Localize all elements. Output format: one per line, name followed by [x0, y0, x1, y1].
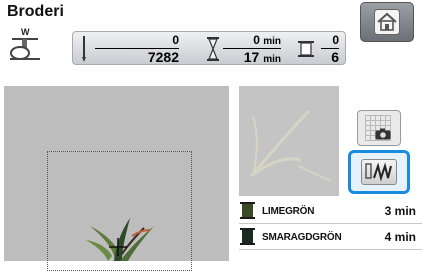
thread-spool-icon: [298, 41, 314, 57]
color-done: 0: [321, 32, 339, 49]
thread-name: LIMEGRÖN: [262, 206, 315, 217]
sewing-info-bar: 0 7282 0 min 17 min 0 6: [72, 31, 346, 65]
time-counter: 0 min 17 min: [223, 32, 281, 68]
pattern-preview-image: [249, 109, 332, 182]
home-button[interactable]: [360, 2, 414, 42]
thread-spool-icon: [240, 228, 255, 245]
color-total: 6: [331, 49, 339, 65]
time-total: 17: [243, 49, 260, 65]
presser-foot-w-icon: W: [10, 27, 40, 60]
embroidery-edit-area[interactable]: [4, 86, 229, 271]
thread-time: 4 min: [384, 230, 416, 244]
time-unit-top: min: [263, 36, 281, 47]
home-icon: [374, 9, 400, 35]
time-unit-bottom: min: [263, 54, 281, 65]
grid-camera-button[interactable]: [357, 110, 401, 146]
time-done: 0: [253, 33, 260, 47]
hourglass-icon: [207, 37, 219, 61]
needle-icon: [82, 36, 86, 62]
thread-time: 3 min: [384, 204, 416, 218]
stitch-total: 7282: [147, 49, 179, 65]
thread-row[interactable]: SMARAGDGRÖN 4 min: [239, 224, 422, 250]
thread-spool-icon: [240, 202, 255, 219]
pattern-preview: [239, 86, 339, 196]
svg-text:W: W: [21, 27, 30, 37]
color-counter: 0 6: [321, 32, 339, 65]
stitch-done: 0: [95, 32, 179, 49]
thread-color-list: LIMEGRÖN 3 min SMARAGDGRÖN 4 min: [239, 198, 422, 250]
embroidery-pattern-image: [86, 218, 154, 261]
stitch-simulator-icon: [361, 159, 397, 185]
thread-row[interactable]: LIMEGRÖN 3 min: [239, 198, 422, 224]
screen-title: Broderi: [7, 3, 64, 20]
stitch-counter: 0 7282: [95, 32, 179, 65]
grid-camera-icon: [365, 115, 391, 141]
thread-name: SMARAGDGRÖN: [262, 232, 342, 243]
simulator-button[interactable]: [348, 150, 410, 194]
